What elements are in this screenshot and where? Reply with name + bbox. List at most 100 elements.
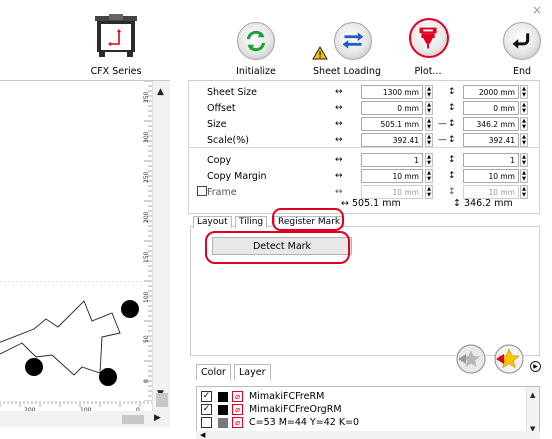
exchange-icon (342, 32, 364, 49)
plot-label: Plot... (414, 66, 442, 77)
width-arrow-icon: ↔ (335, 119, 343, 129)
settings-row-label: Size (207, 119, 227, 130)
height-value-field[interactable]: 346.2 mm (463, 117, 519, 131)
cutter-icon (419, 27, 437, 49)
scroll-thumb[interactable] (156, 393, 168, 407)
sheet-loading-button[interactable] (334, 22, 372, 60)
width-spinner[interactable]: ▲ ▼ (425, 117, 433, 131)
height-spinner[interactable]: ▲ ▼ (520, 133, 528, 147)
width-spinner[interactable]: ▲ ▼ (425, 101, 433, 115)
width-spinner[interactable]: ▲ ▼ (425, 169, 433, 183)
highlight-detect-mark-button (205, 231, 350, 264)
h-scroll-thumb[interactable] (122, 415, 144, 424)
end-label: End (512, 66, 532, 77)
return-icon (512, 33, 530, 49)
color-checkbox[interactable] (201, 417, 212, 428)
color-list-h-scrollbar[interactable]: ◀ (196, 431, 540, 439)
color-name: C=53 M=44 Y=42 K=0 (249, 417, 360, 428)
width-value-field[interactable]: 1300 mm (361, 85, 423, 99)
height-arrow-icon: ↕ (448, 135, 456, 145)
end-button[interactable] (503, 22, 541, 60)
ruler-tick-label: 300 (143, 131, 150, 143)
ruler-tick-label: 200 (143, 211, 150, 223)
height-arrow-icon: ↕ (453, 198, 461, 209)
highlight-register-mark-tab (272, 208, 344, 231)
link-icon[interactable]: — (438, 119, 447, 129)
height-value-field[interactable]: 10 mm (463, 169, 519, 183)
scroll-up-icon[interactable]: ▲ (157, 87, 164, 97)
link-icon[interactable]: — (438, 135, 447, 145)
color-swatch (218, 405, 228, 415)
width-spinner[interactable]: ▲ ▼ (425, 153, 433, 167)
horizontal-scrollbar[interactable]: ▶ (0, 411, 170, 427)
tab-color[interactable]: Color (196, 364, 231, 380)
settings-row: Copy ↔ 1 ▲ ▼ ↕ 1 ▲ ▼ (189, 153, 539, 169)
color-checkbox[interactable]: ✓ (201, 404, 212, 415)
tab-layer[interactable]: Layer (234, 364, 271, 380)
width-value-field[interactable]: 392.41 (361, 133, 423, 147)
settings-row-label: Sheet Size (207, 87, 257, 98)
width-arrow-icon: ↔ (341, 198, 349, 209)
total-width: ↔ 505.1 mm (341, 198, 401, 209)
initialize-button[interactable] (237, 22, 275, 60)
refresh-icon (246, 30, 266, 52)
height-spinner[interactable]: ▲ ▼ (520, 101, 528, 115)
width-arrow-icon: ↔ (335, 87, 343, 97)
color-list-item[interactable]: ✓ ⌀ MimakiFCFreRM (197, 391, 527, 403)
height-spinner[interactable]: ▲ ▼ (520, 153, 528, 167)
pen-setting-icon[interactable]: ⌀ (232, 404, 243, 415)
height-value-field[interactable]: 1 (463, 153, 519, 167)
width-value-field[interactable]: 10 mm (361, 169, 423, 183)
star-add-icon[interactable] (455, 343, 487, 375)
settings-row: Size ↔ 505.1 mm ▲ ▼ — ↕ 346.2 mm ▲ ▼ (189, 117, 539, 133)
preview-drawing (0, 281, 142, 386)
scroll-right-icon[interactable]: ▶ (154, 413, 161, 423)
preview-panel[interactable]: 0 50 100 150 200 250 300 350 ▲ ▼ 200 100 0 ▶ (0, 80, 170, 439)
settings-row-label: Copy Margin (207, 171, 267, 182)
tab-tiling[interactable]: Tiling (235, 216, 268, 228)
warning-icon (312, 46, 328, 60)
ruler-tick-label: 50 (143, 335, 150, 343)
settings-row: Copy Margin ↔ 10 mm ▲ ▼ ↕ 10 mm ▲ ▼ (189, 169, 539, 185)
expand-arrow-icon[interactable]: ▶ (530, 361, 541, 372)
frame-checkbox[interactable] (197, 186, 207, 196)
toolbar: CFX Series Initialize Sheet Loading Plot… (0, 14, 552, 77)
color-list-item[interactable]: ⌀ C=53 M=44 Y=42 K=0 (197, 417, 527, 429)
vertical-scrollbar[interactable]: ▲ ▼ (152, 81, 170, 411)
total-height: ↕ 346.2 mm (453, 198, 513, 209)
list-scroll-up-icon[interactable]: ▲ (530, 391, 535, 399)
height-arrow-icon: ↕ (448, 187, 456, 197)
pen-setting-icon[interactable]: ⌀ (232, 417, 243, 428)
color-name: MimakiFCFreRM (249, 391, 325, 402)
width-spinner[interactable]: ▲ ▼ (425, 133, 433, 147)
width-value-field[interactable]: 0 mm (361, 101, 423, 115)
height-value-field[interactable]: 392.41 (463, 133, 519, 147)
height-spinner[interactable]: ▲ ▼ (520, 117, 528, 131)
total-width-value: 505.1 mm (352, 198, 401, 209)
width-spinner[interactable]: ▲ ▼ (425, 85, 433, 99)
color-checkbox[interactable]: ✓ (201, 391, 212, 402)
settings-row-label: Offset (207, 103, 236, 114)
height-spinner[interactable]: ▲ ▼ (520, 85, 528, 99)
star-remove-icon[interactable] (493, 343, 525, 375)
height-spinner[interactable]: ▲ ▼ (520, 169, 528, 183)
color-list-item[interactable]: ✓ ⌀ MimakiFCFreOrgRM (197, 404, 527, 416)
vertical-ruler: 0 50 100 150 200 250 300 350 (143, 81, 152, 401)
pen-setting-icon[interactable]: ⌀ (232, 391, 243, 402)
tab-layout[interactable]: Layout (193, 216, 232, 228)
settings-panel: Sheet Size ↔ 1300 mm ▲ ▼ ↕ 2000 mm ▲ ▼ Offset ↔ 0… (188, 80, 540, 214)
width-arrow-icon: ↔ (335, 171, 343, 181)
height-value-field[interactable]: 2000 mm (463, 85, 519, 99)
ruler-tick-label: 100 (143, 291, 150, 303)
height-arrow-icon: ↕ (448, 155, 456, 165)
plot-button[interactable] (409, 18, 449, 58)
list-scroll-left-icon[interactable]: ◀ (200, 431, 205, 439)
width-arrow-icon: ↔ (335, 155, 343, 165)
ruler-tick-label: 150 (143, 251, 150, 263)
width-value-field[interactable]: 505.1 mm (361, 117, 423, 131)
color-swatch (218, 418, 228, 428)
width-value-field[interactable]: 1 (361, 153, 423, 167)
height-value-field[interactable]: 0 mm (463, 101, 519, 115)
total-height-value: 346.2 mm (464, 198, 513, 209)
total-size-row: ↔ 505.1 mm ↕ 346.2 mm (189, 197, 539, 211)
